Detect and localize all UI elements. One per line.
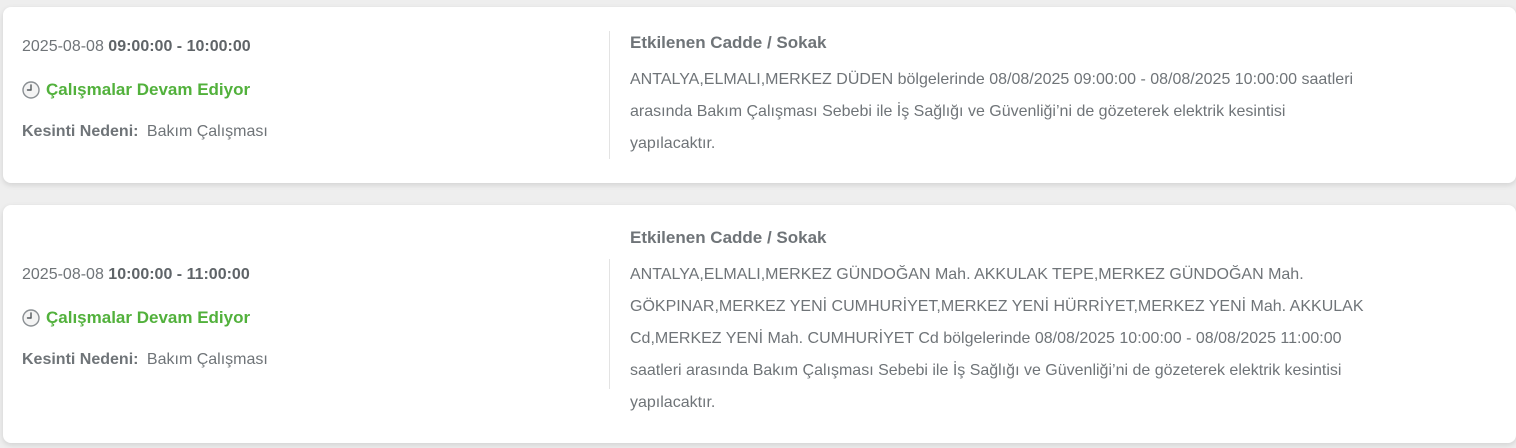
clock-icon xyxy=(22,81,40,99)
affected-text: ANTALYA,ELMALI,MERKEZ GÜNDOĞAN Mah. AKKU… xyxy=(630,266,1364,411)
outage-affected: Etkilenen Cadde / Sokak ANTALYA,ELMALI,M… xyxy=(630,32,1390,160)
outage-date: 2025-08-08 xyxy=(22,266,104,283)
outage-card: 2025-08-08 09:00:00 - 10:00:00 Çalışmala… xyxy=(3,7,1516,183)
outage-status: Çalışmalar Devam Ediyor xyxy=(22,79,582,101)
outage-reason: Kesinti Nedeni: Bakım Çalışması xyxy=(22,349,582,371)
outage-card: 2025-08-08 10:00:00 - 11:00:00 Çalışmala… xyxy=(3,205,1516,443)
outage-status: Çalışmalar Devam Ediyor xyxy=(22,307,582,329)
outage-time-range: 10:00:00 - 11:00:00 xyxy=(108,266,250,283)
divider xyxy=(609,259,610,389)
clock-icon xyxy=(22,309,40,327)
outage-status-text: Çalışmalar Devam Ediyor xyxy=(46,308,251,327)
outage-summary: 2025-08-08 09:00:00 - 10:00:00 Çalışmala… xyxy=(22,37,582,143)
outage-time-range: 09:00:00 - 10:00:00 xyxy=(108,38,251,55)
outage-summary: 2025-08-08 10:00:00 - 11:00:00 Çalışmala… xyxy=(22,265,582,371)
outage-reason-value: Bakım Çalışması xyxy=(146,351,268,368)
outage-date: 2025-08-08 xyxy=(22,38,104,55)
outage-affected: Etkilenen Cadde / Sokak ANTALYA,ELMALI,M… xyxy=(630,227,1390,419)
divider xyxy=(609,31,610,159)
outage-status-text: Çalışmalar Devam Ediyor xyxy=(46,80,251,99)
outage-datetime: 2025-08-08 10:00:00 - 11:00:00 xyxy=(22,265,582,287)
affected-title: Etkilenen Cadde / Sokak xyxy=(630,33,827,52)
outage-reason-label: Kesinti Nedeni: xyxy=(22,123,139,140)
outage-reason-label: Kesinti Nedeni: xyxy=(22,351,139,368)
outage-reason: Kesinti Nedeni: Bakım Çalışması xyxy=(22,121,582,143)
affected-title: Etkilenen Cadde / Sokak xyxy=(630,228,827,247)
outage-datetime: 2025-08-08 09:00:00 - 10:00:00 xyxy=(22,37,582,59)
affected-text: ANTALYA,ELMALI,MERKEZ DÜDEN bölgelerinde… xyxy=(630,71,1354,152)
outage-reason-value: Bakım Çalışması xyxy=(146,123,268,140)
outage-list: 2025-08-08 09:00:00 - 10:00:00 Çalışmala… xyxy=(0,0,1516,448)
